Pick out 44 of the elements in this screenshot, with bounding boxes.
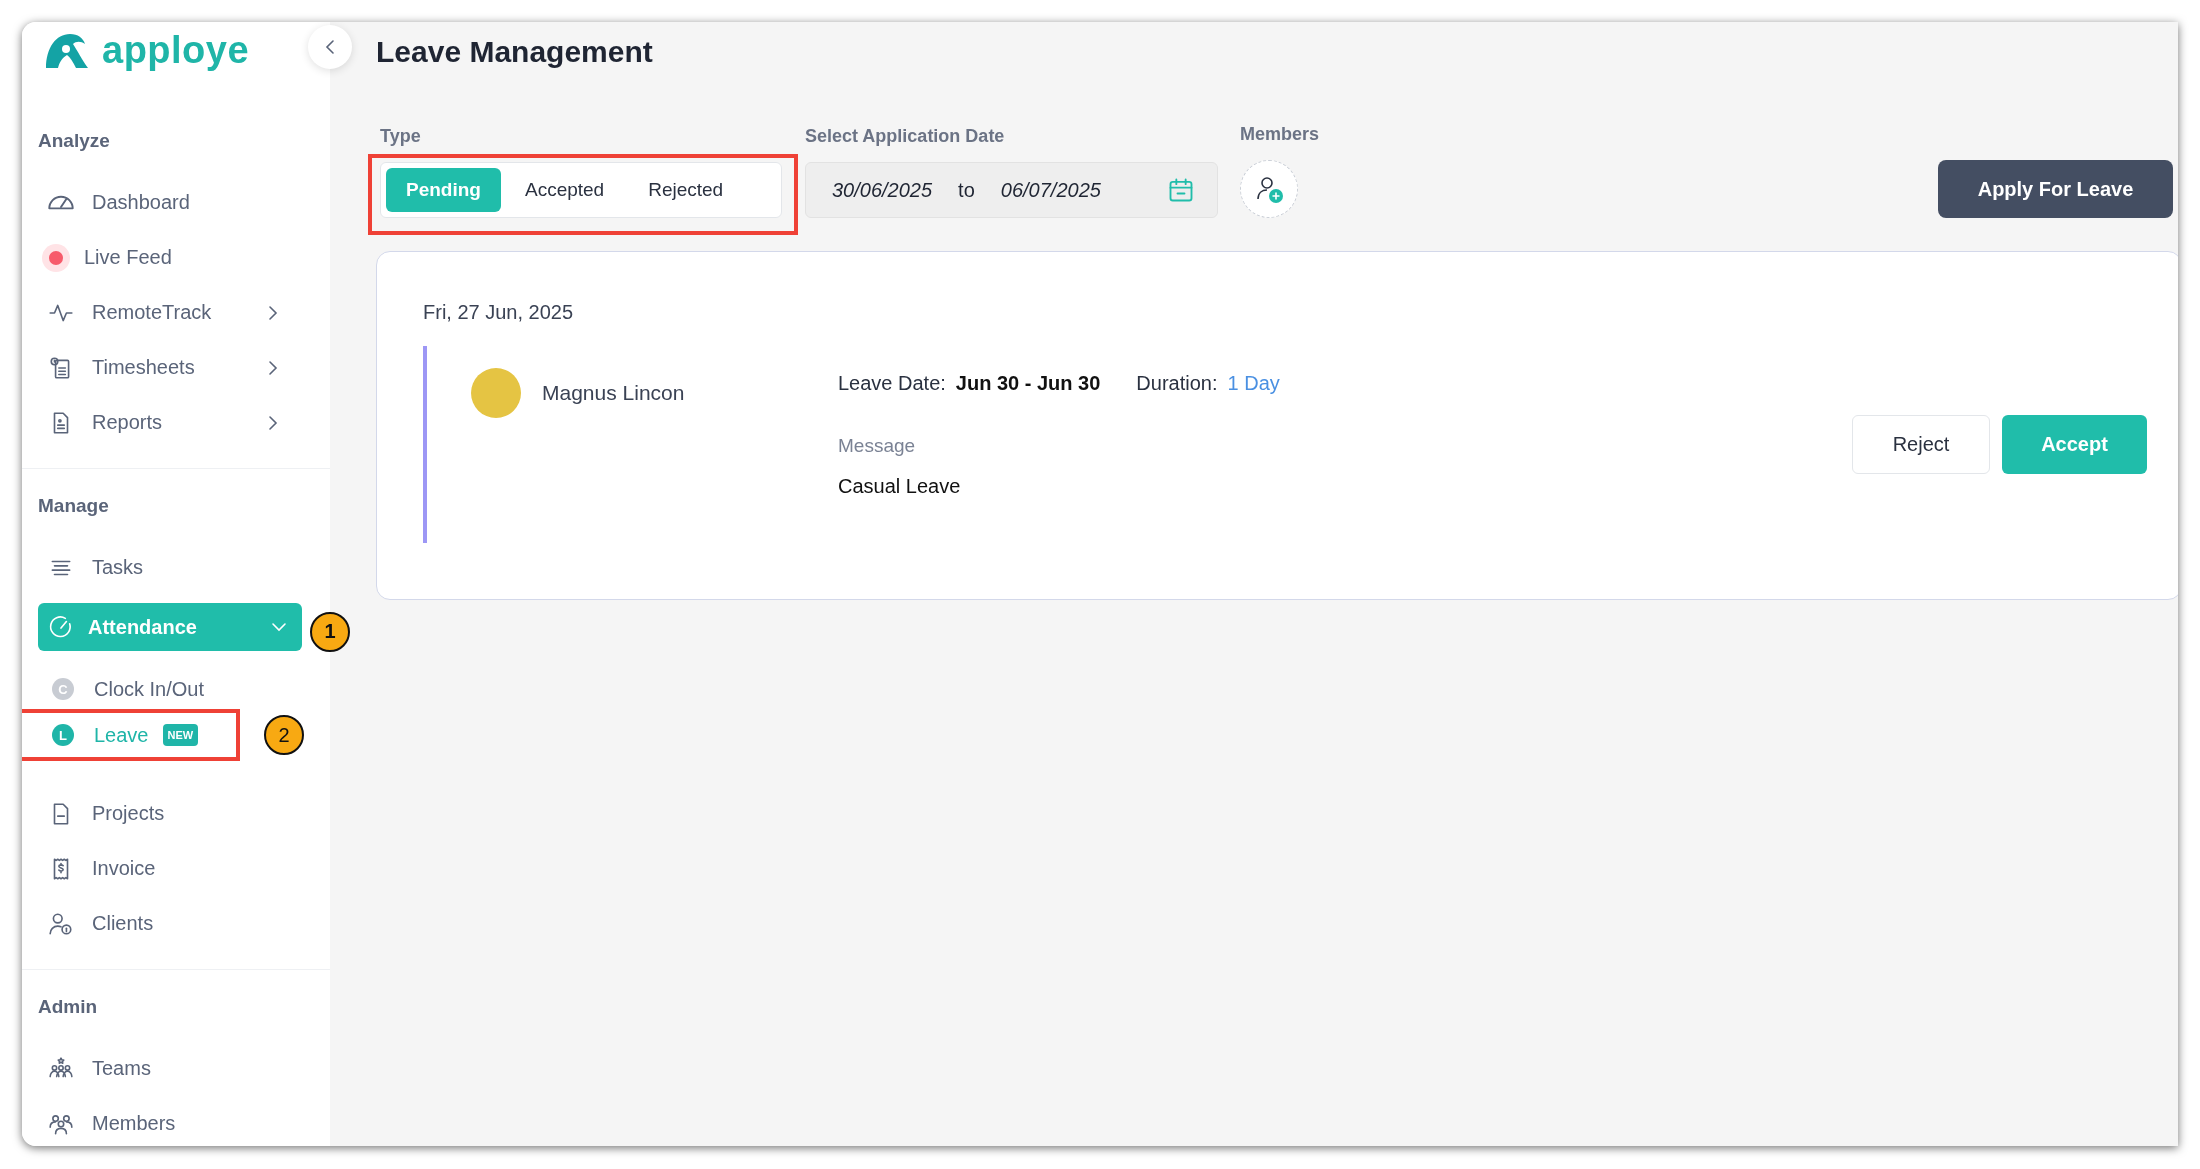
collapse-button[interactable] (308, 25, 352, 69)
avatar (471, 368, 521, 418)
nav-item[interactable]: Members (22, 1096, 308, 1146)
gauge-icon (48, 195, 74, 210)
section-heading: Analyze (38, 129, 110, 153)
logo-text: apploye (102, 30, 250, 70)
nav-item[interactable]: Dashboard (22, 175, 308, 230)
type-tab[interactable]: Accepted (504, 168, 625, 212)
message-text: Casual Leave (838, 475, 962, 498)
employee-name: Magnus Lincon (542, 381, 685, 405)
duration-value: 1 Day (1227, 372, 1280, 395)
nav-item[interactable]: Teams (22, 1041, 308, 1096)
date-range-field[interactable]: 30/06/2025 to 06/07/2025 (805, 162, 1218, 218)
nav-item[interactable]: Invoice (22, 841, 308, 896)
letter-icon: L (52, 724, 74, 746)
section-heading: Admin (38, 995, 98, 1019)
page-title: Leave Management (376, 34, 653, 70)
callout-number: 2 (264, 715, 304, 755)
apply-leave-button[interactable]: Apply For Leave (1938, 160, 2173, 218)
section-heading: Manage (38, 494, 109, 518)
duration-label: Duration: (1136, 372, 1218, 395)
person-icon (48, 910, 74, 937)
filter-label: Select Application Date (805, 125, 1005, 147)
nav-item[interactable]: Reports (22, 395, 308, 450)
calendar-icon (1167, 176, 1195, 204)
new-badge: NEW (162, 724, 199, 746)
filter-label: Members (1240, 123, 1320, 145)
nav-item[interactable]: Tasks (22, 540, 308, 595)
reject-button[interactable]: Reject (1852, 415, 1990, 474)
type-tab[interactable]: Rejected (628, 168, 744, 212)
gauge-icon (48, 614, 74, 640)
nav-item[interactable]: Live Feed (22, 230, 308, 285)
nav-item[interactable]: Projects (22, 786, 308, 841)
nav-item[interactable]: RemoteTrack (22, 285, 308, 340)
chevron-left-icon (323, 38, 337, 56)
leave-date-label: Leave Date: (838, 372, 946, 395)
message-label: Message (838, 435, 916, 457)
leave-date-value: Jun 30 - Jun 30 (955, 372, 1101, 395)
nav-item[interactable]: Timesheets (22, 340, 308, 395)
callout-number: 1 (310, 611, 350, 652)
nav-item[interactable]: Clients (22, 896, 308, 951)
live-dot-icon (42, 243, 70, 272)
request-date: Fri, 27 Jun, 2025 (423, 300, 574, 324)
filter-label: Type (380, 125, 421, 147)
